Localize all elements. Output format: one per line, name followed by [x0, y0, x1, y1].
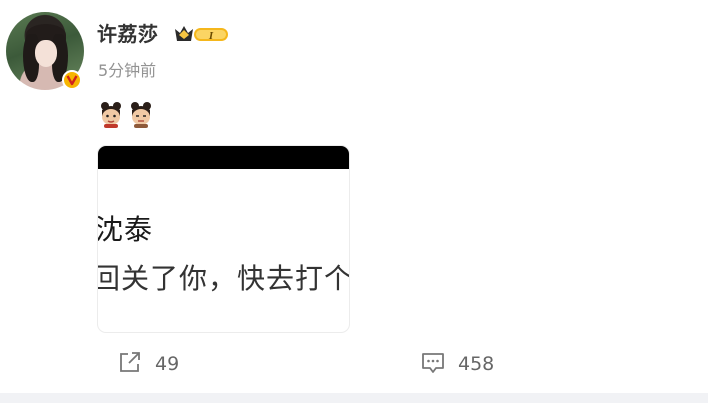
emoji-face-icon [128, 100, 154, 128]
author-name[interactable]: 许荔莎 [97, 22, 159, 46]
repost-count: 49 [155, 353, 180, 375]
verified-v-icon [62, 70, 82, 90]
repost-icon [117, 349, 143, 379]
crown-vip-icon[interactable]: I [173, 23, 231, 45]
svg-text:I: I [208, 30, 214, 42]
comment-count: 458 [458, 353, 495, 375]
repost-button[interactable]: 49 [117, 350, 179, 378]
comment-button[interactable]: 458 [420, 350, 494, 378]
post-timestamp: 5分钟前 [98, 61, 157, 80]
emoji-face-icon [98, 100, 124, 128]
image-subtitle-text: 回关了你，快去打个 [97, 262, 350, 295]
comment-icon [420, 349, 446, 379]
image-top-bar [98, 146, 349, 169]
image-title-text: 沈泰 [97, 213, 154, 246]
feed-divider [0, 393, 708, 403]
post-image[interactable]: 沈泰 回关了你，快去打个 [97, 145, 350, 333]
avatar-face [35, 40, 57, 67]
